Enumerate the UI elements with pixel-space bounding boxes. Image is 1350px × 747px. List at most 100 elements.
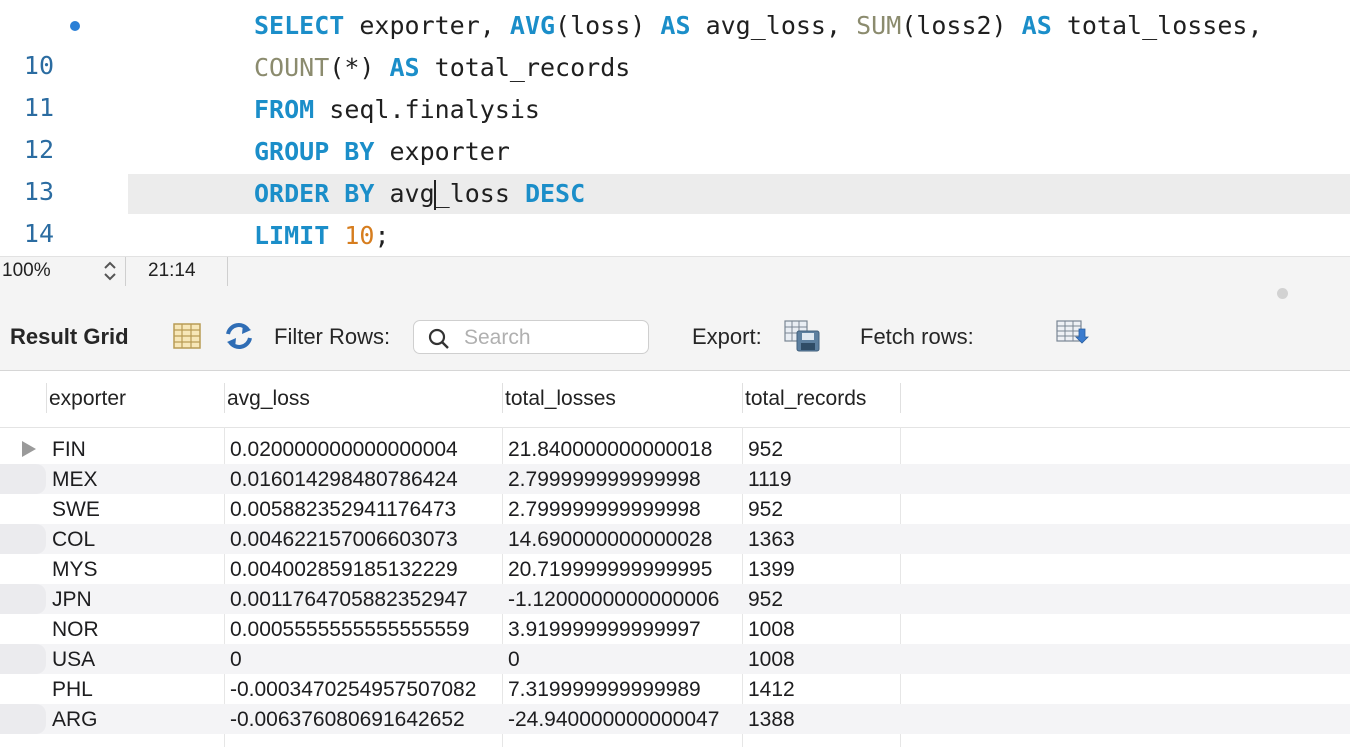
cell-total-records[interactable]: 952 (748, 438, 783, 462)
cell-exporter[interactable]: JPN (52, 588, 92, 612)
code-text[interactable]: ORDER BY avg_loss DESC (254, 174, 585, 214)
row-header[interactable] (0, 464, 46, 494)
column-divider[interactable] (224, 383, 225, 413)
row-header[interactable] (0, 704, 46, 734)
cell-total-records[interactable]: 1363 (748, 528, 795, 552)
code-line-10[interactable]: 10 SELECT exporter, AVG(loss) AS avg_los… (0, 6, 1350, 80)
divider (227, 257, 228, 287)
cell-total-losses[interactable]: 20.719999999999995 (508, 558, 712, 582)
cell-total-losses[interactable]: -24.940000000000047 (508, 708, 719, 732)
fetch-rows-icon[interactable] (1055, 319, 1091, 352)
cell-total-records[interactable]: 1388 (748, 708, 795, 732)
identifier: (loss2) (901, 11, 1022, 40)
row-header[interactable] (0, 494, 46, 524)
table-row[interactable]: PHL -0.0003470254957507082 7.3199999999999… (0, 674, 1350, 704)
table-row[interactable]: MEX 0.016014298480786424 2.799999999999998… (0, 464, 1350, 494)
cell-avg-loss[interactable]: -0.006376080691642652 (230, 708, 465, 732)
cell-total-records[interactable]: 1412 (748, 678, 795, 702)
code-line-13[interactable]: 13 GROUP BY exporter (0, 132, 1350, 206)
cell-total-losses[interactable]: -1.1200000000000006 (508, 588, 719, 612)
code-text[interactable]: LIMIT 10; (254, 216, 390, 256)
row-header[interactable] (0, 644, 46, 674)
zoom-level: 100% (2, 260, 51, 281)
cell-exporter[interactable]: COL (52, 528, 95, 552)
cell-total-losses[interactable]: 2.799999999999998 (508, 468, 701, 492)
code-line-12[interactable]: 12 FROM seql.finalysis (0, 90, 1350, 164)
column-divider[interactable] (742, 383, 743, 413)
pane-resize-handle[interactable] (1277, 288, 1288, 299)
row-header[interactable] (0, 524, 46, 554)
code-line-15[interactable]: 15 LIMIT 10; (0, 216, 1350, 256)
cell-avg-loss[interactable]: 0.016014298480786424 (230, 468, 458, 492)
cell-avg-loss[interactable]: -0.0003470254957507082 (230, 678, 476, 702)
breakpoint-dot-icon[interactable] (70, 21, 80, 31)
zoom-stepper[interactable] (100, 259, 120, 285)
table-row[interactable]: MYS 0.004002859185132229 20.71999999999999… (0, 554, 1350, 584)
cell-avg-loss[interactable]: 0.004002859185132229 (230, 558, 458, 582)
cell-avg-loss[interactable]: 0.0011764705882352947 (230, 588, 468, 612)
cursor-position: 21:14 (148, 260, 196, 281)
column-divider (46, 383, 47, 413)
filter-rows-label: Filter Rows: (274, 324, 391, 349)
column-header-total-losses[interactable]: total_losses (505, 387, 616, 411)
row-header[interactable] (0, 614, 46, 644)
row-header[interactable] (0, 554, 46, 584)
table-row[interactable]: ARG -0.006376080691642652 -24.940000000000… (0, 704, 1350, 734)
cell-total-records[interactable]: 1008 (748, 618, 795, 642)
row-header[interactable] (0, 584, 46, 614)
code-line-11[interactable]: 11 COUNT(*) AS total_records (0, 48, 1350, 122)
code-text[interactable]: GROUP BY exporter (254, 132, 510, 172)
cell-total-losses[interactable]: 14.690000000000028 (508, 528, 712, 552)
column-divider[interactable] (502, 383, 503, 413)
column-header-avg-loss[interactable]: avg_loss (227, 387, 310, 411)
cell-total-losses[interactable]: 3.919999999999997 (508, 618, 701, 642)
filter-search-box[interactable] (413, 320, 649, 354)
cell-avg-loss[interactable]: 0.005882352941176473 (230, 498, 456, 522)
table-row[interactable]: SWE 0.005882352941176473 2.799999999999998… (0, 494, 1350, 524)
cell-exporter[interactable]: SWE (52, 498, 100, 522)
cell-exporter[interactable]: NOR (52, 618, 99, 642)
export-icon[interactable] (783, 319, 821, 358)
cell-exporter[interactable]: FIN (52, 438, 86, 462)
cell-exporter[interactable]: MEX (52, 468, 98, 492)
grid-layout-icon[interactable] (172, 322, 202, 355)
search-input[interactable] (462, 325, 646, 351)
table-row[interactable]: COL 0.004622157006603073 14.69000000000002… (0, 524, 1350, 554)
table-row[interactable]: NOR 0.0005555555555555559 3.91999999999999… (0, 614, 1350, 644)
cell-total-records[interactable]: 1119 (748, 468, 792, 492)
table-row[interactable]: USA 0 0 1008 (0, 644, 1350, 674)
column-header-total-records[interactable]: total_records (745, 387, 866, 411)
cell-total-records[interactable]: 952 (748, 588, 783, 612)
result-grid[interactable]: exporter avg_loss total_losses total_rec… (0, 371, 1350, 747)
cell-exporter[interactable]: MYS (52, 558, 98, 582)
cell-exporter[interactable]: PHL (52, 678, 93, 702)
editor-status-bar: 100% 21:14 (0, 256, 1350, 287)
cell-total-records[interactable]: 1008 (748, 648, 795, 672)
sql-editor[interactable]: 10 SELECT exporter, AVG(loss) AS avg_los… (0, 0, 1350, 256)
cell-total-losses[interactable]: 2.799999999999998 (508, 498, 701, 522)
table-row[interactable]: JPN 0.0011764705882352947 -1.1200000000000… (0, 584, 1350, 614)
cell-avg-loss[interactable]: 0.004622157006603073 (230, 528, 458, 552)
cell-total-losses[interactable]: 21.840000000000018 (508, 438, 712, 462)
column-divider[interactable] (900, 383, 901, 413)
code-text[interactable]: COUNT(*) AS total_records (254, 48, 630, 88)
code-text[interactable]: FROM seql.finalysis (254, 90, 540, 130)
table-row[interactable]: FIN 0.020000000000000004 21.84000000000001… (0, 434, 1350, 464)
keyword: FROM (254, 95, 315, 124)
cell-avg-loss[interactable]: 0 (230, 648, 242, 672)
refresh-icon[interactable] (222, 320, 256, 357)
cell-total-losses[interactable]: 0 (508, 648, 520, 672)
code-text[interactable]: SELECT exporter, AVG(loss) AS avg_loss, … (254, 6, 1263, 46)
cell-avg-loss[interactable]: 0.020000000000000004 (230, 438, 458, 462)
cell-total-records[interactable]: 1399 (748, 558, 795, 582)
row-header[interactable] (0, 674, 46, 704)
cell-total-losses[interactable]: 7.319999999999989 (508, 678, 701, 702)
cell-total-records[interactable]: 952 (748, 498, 783, 522)
row-header[interactable] (0, 434, 46, 464)
cell-exporter[interactable]: USA (52, 648, 95, 672)
column-header-exporter[interactable]: exporter (49, 387, 126, 411)
cell-avg-loss[interactable]: 0.0005555555555555559 (230, 618, 469, 642)
cell-exporter[interactable]: ARG (52, 708, 98, 732)
code-line-14-current[interactable]: 14 ORDER BY avg_loss DESC (24, 174, 1350, 248)
keyword: AS (660, 11, 691, 40)
